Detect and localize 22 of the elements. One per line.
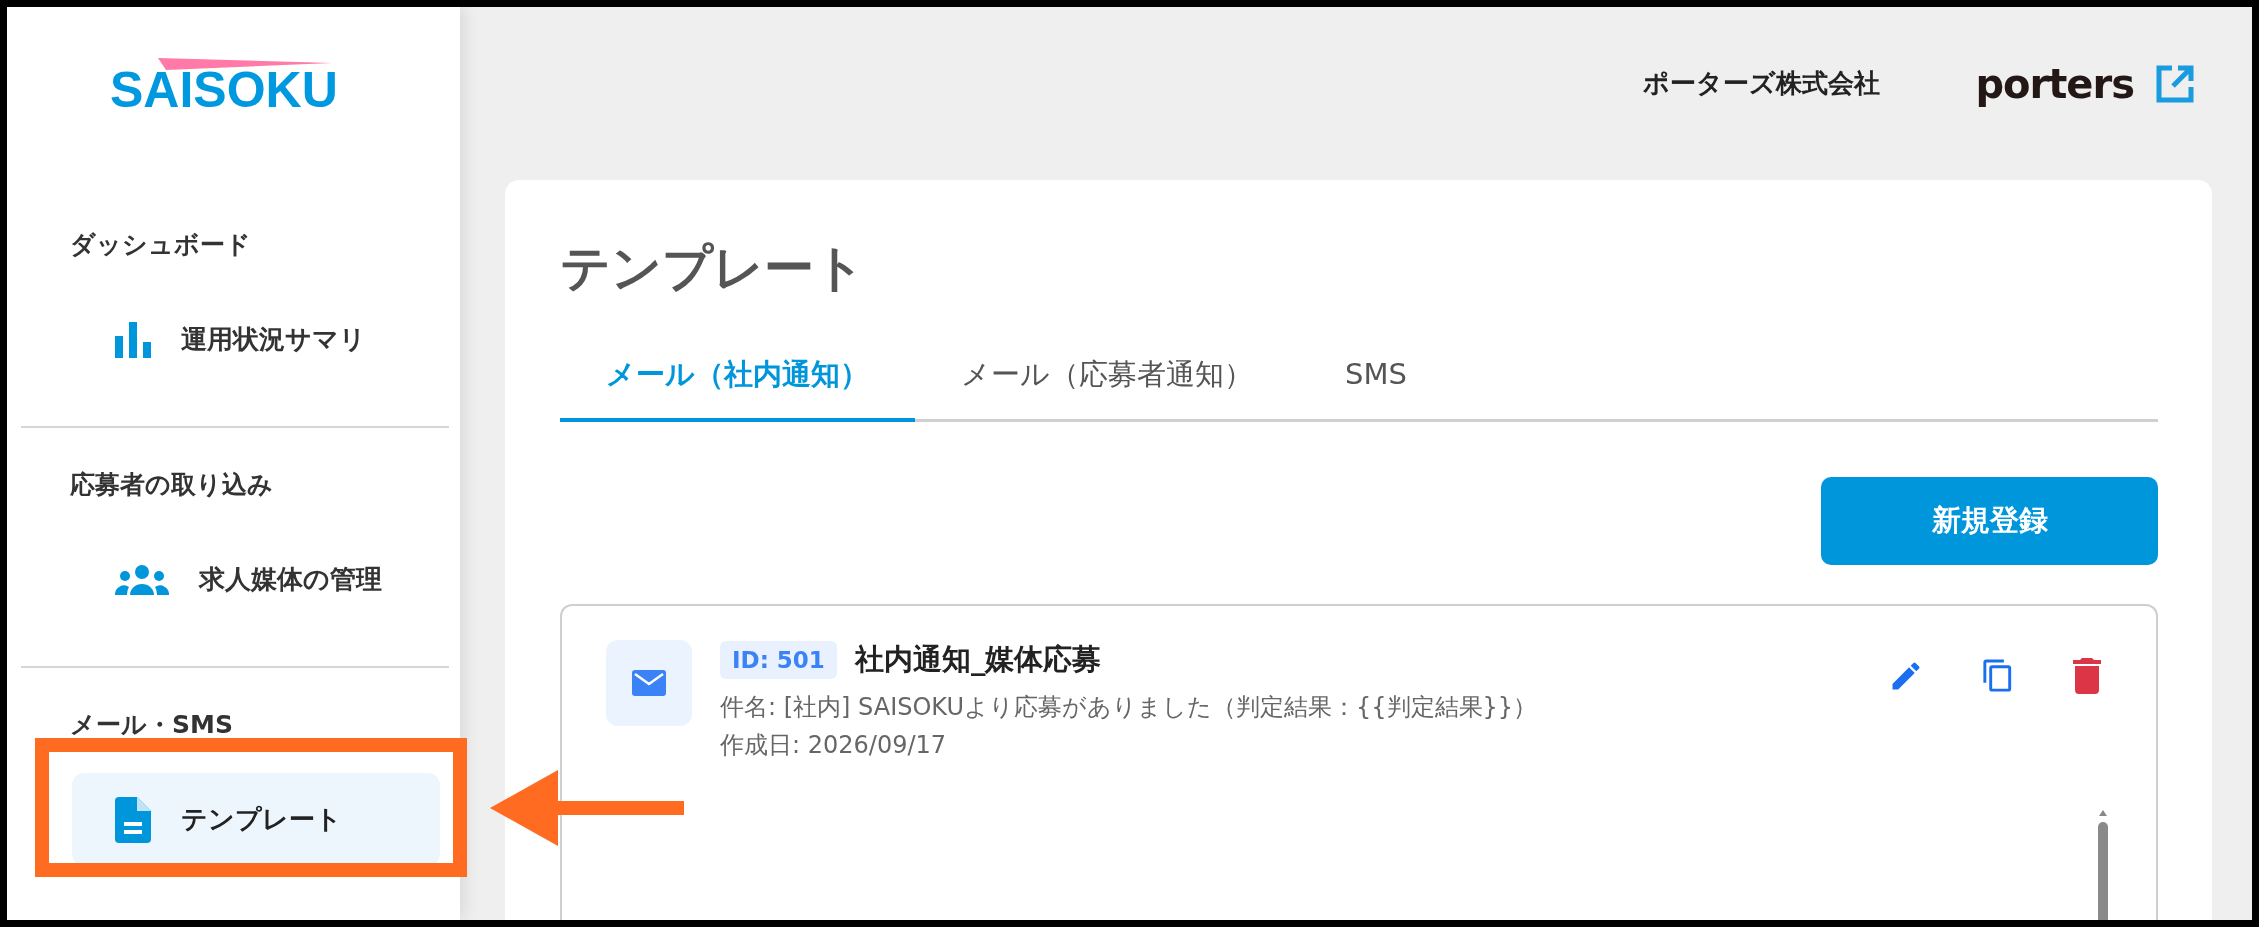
id-badge: ID: 501 xyxy=(720,641,837,679)
trash-icon[interactable] xyxy=(2072,658,2102,696)
people-icon xyxy=(115,564,169,595)
bar-chart-icon xyxy=(115,321,151,358)
sidebar-item[interactable]: 求人媒体の管理 xyxy=(72,533,440,626)
tab[interactable]: SMS xyxy=(1299,356,1453,422)
subject-text: 件名: [社内] SAISOKUより応募がありました（判定結果：{{判定結果}}） xyxy=(720,692,1539,722)
section-heading: 応募者の取り込み xyxy=(70,470,274,500)
envelope-icon xyxy=(632,670,666,696)
template-name: 社内通知_媒体応募 xyxy=(854,641,1102,678)
sidebar-item[interactable]: 運用状況サマリ xyxy=(72,293,440,386)
section-heading: メール・SMS xyxy=(70,710,234,740)
company-name: ポーターズ株式会社 xyxy=(1643,67,1881,100)
document-icon xyxy=(115,796,151,843)
tab[interactable]: メール（応募者通知） xyxy=(915,356,1299,422)
brand-logo: porters xyxy=(1975,60,2134,107)
logo: SAISOKU xyxy=(110,66,338,114)
external-link-icon[interactable] xyxy=(2156,64,2194,103)
sidebar-item[interactable]: テンプレート xyxy=(72,773,440,866)
created-date: 作成日: 2026/09/17 xyxy=(720,730,948,760)
section-heading: ダッシュボード xyxy=(70,230,252,260)
page-title: テンプレート xyxy=(560,238,866,299)
